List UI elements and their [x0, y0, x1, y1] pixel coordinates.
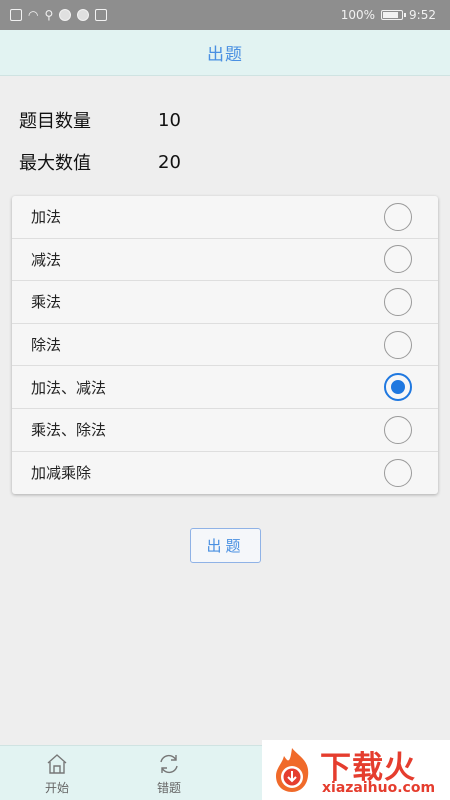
option-division[interactable]: 除法 — [12, 324, 438, 367]
radio-button[interactable] — [384, 202, 412, 231]
app-notification-icon — [59, 9, 72, 21]
info-notification-icon — [95, 9, 108, 21]
home-icon — [47, 754, 67, 774]
radio-button[interactable] — [384, 458, 412, 487]
option-add-subtract[interactable]: 加法、减法 — [12, 366, 438, 409]
radio-button[interactable] — [384, 287, 412, 316]
sim-icon — [10, 9, 22, 21]
max-value-label: 最大数值 — [19, 153, 91, 174]
option-addition[interactable]: 加法 — [12, 196, 438, 239]
option-multiplication[interactable]: 乘法 — [12, 281, 438, 324]
max-value-value[interactable]: 20 — [158, 152, 181, 173]
option-subtraction[interactable]: 减法 — [12, 239, 438, 282]
clock: 9:52 — [409, 8, 436, 22]
nav-start[interactable]: 开始 — [27, 752, 87, 798]
generate-questions-button[interactable]: 出题 — [190, 528, 261, 563]
question-count-setting[interactable]: 题目数量 10 — [19, 106, 181, 134]
option-label: 加法 — [31, 208, 62, 227]
status-bar: ◠ ⚲ 100% 9:52 — [0, 0, 450, 30]
question-count-value[interactable]: 10 — [158, 110, 181, 131]
watermark-subtitle: xiazaihuo.com — [322, 780, 436, 796]
max-value-setting[interactable]: 最大数值 20 — [19, 148, 181, 176]
nav-wrong-label: 错题 — [156, 781, 181, 795]
option-multiply-divide[interactable]: 乘法、除法 — [12, 409, 438, 452]
option-label: 加法、减法 — [31, 378, 107, 397]
option-label: 加减乘除 — [31, 464, 92, 483]
question-count-label: 题目数量 — [19, 111, 91, 132]
battery-icon — [381, 10, 407, 20]
operation-options: 加法 减法 乘法 除法 加法、减法 乘法、除法 加减乘除 — [12, 196, 438, 494]
message-notification-icon — [77, 9, 90, 21]
flame-logo-icon — [276, 748, 309, 792]
radio-button[interactable] — [384, 245, 412, 274]
radio-button[interactable] — [384, 373, 412, 402]
refresh-icon — [160, 754, 178, 774]
option-all-operations[interactable]: 加减乘除 — [12, 452, 438, 494]
option-label: 除法 — [31, 336, 62, 355]
option-label: 减法 — [31, 250, 62, 269]
status-icons-right: 100% 9:52 — [341, 8, 436, 22]
battery-percent: 100% — [340, 8, 376, 22]
status-icons-left: ◠ ⚲ — [10, 8, 108, 22]
wifi-icon: ◠ — [28, 8, 39, 22]
nav-wrong-questions[interactable]: 错题 — [139, 752, 199, 798]
page-title: 出题 — [207, 45, 243, 65]
nav-start-label: 开始 — [44, 781, 69, 795]
radio-button[interactable] — [384, 330, 412, 359]
radio-button[interactable] — [384, 415, 412, 444]
option-label: 乘法、除法 — [31, 421, 107, 440]
usb-icon: ⚲ — [44, 8, 54, 22]
title-bar: 出题 — [0, 30, 450, 76]
watermark: 下载火 xiazaihuo.com — [262, 740, 450, 800]
option-label: 乘法 — [31, 293, 62, 312]
